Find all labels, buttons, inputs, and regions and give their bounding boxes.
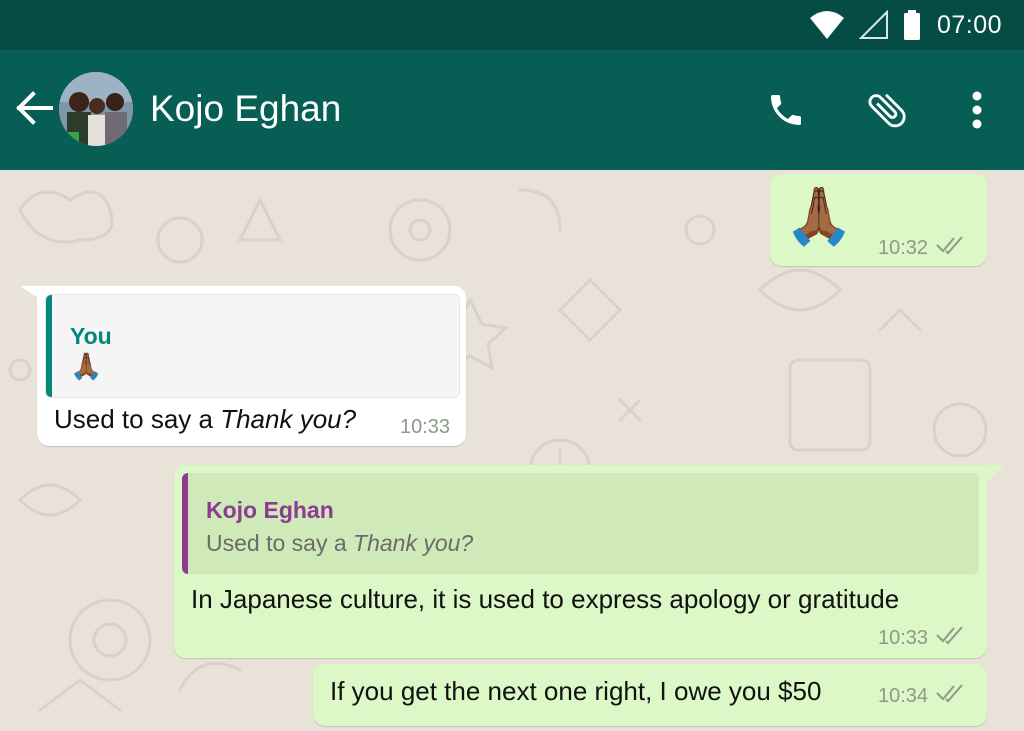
call-button[interactable] — [762, 88, 810, 136]
avatar[interactable] — [59, 72, 133, 146]
message-time: 10:32 — [878, 236, 929, 259]
message-bubble-outgoing[interactable]: If you get the next one right, I owe you… — [313, 664, 987, 726]
status-time: 07:00 — [936, 10, 1002, 39]
phone-icon — [766, 90, 806, 135]
message-bubble-outgoing[interactable]: Kojo Eghan Used to say a Thank you? In J… — [174, 465, 987, 658]
quote-author: You — [70, 323, 112, 349]
paperclip-icon — [864, 87, 910, 138]
message-time: 10:33 — [400, 416, 451, 438]
message-text: In Japanese culture, it is used to expre… — [191, 584, 900, 614]
quote-text: Used to say a Thank you? — [206, 530, 474, 556]
message-meta: 10:34 — [878, 684, 964, 708]
quoted-message[interactable]: You 🙏🏾 — [45, 294, 460, 398]
status-bar: 07:00 — [0, 0, 1024, 50]
quote-author: Kojo Eghan — [206, 497, 334, 523]
quote-accent-bar — [46, 295, 52, 397]
attach-button[interactable] — [863, 88, 911, 136]
menu-button[interactable] — [953, 88, 1001, 136]
message-bubble-outgoing[interactable]: 🙏🏾 10:32 — [770, 174, 987, 266]
bubble-tail-outgoing — [984, 465, 1004, 485]
arrow-left-icon — [15, 90, 53, 130]
quote-accent-bar — [182, 473, 188, 574]
wifi-icon — [809, 10, 845, 40]
chat-header: Kojo Eghan — [0, 50, 1024, 170]
message-time: 10:34 — [878, 684, 929, 707]
cell-signal-icon — [858, 10, 889, 40]
message-text: If you get the next one right, I owe you… — [330, 676, 822, 706]
double-check-icon — [928, 236, 964, 260]
message-meta: 10:32 — [878, 236, 964, 260]
chat-area[interactable]: 🙏🏾 10:32 You 🙏🏾 Used to say a Thank you?… — [0, 170, 1024, 731]
quoted-message[interactable]: Kojo Eghan Used to say a Thank you? — [182, 473, 979, 574]
more-vert-icon — [971, 91, 983, 134]
contact-name[interactable]: Kojo Eghan — [150, 88, 341, 130]
back-button[interactable] — [14, 90, 54, 130]
message-text: Used to say a Thank you? — [54, 404, 357, 434]
quote-emoji: 🙏🏾 — [70, 351, 103, 381]
double-check-icon — [928, 626, 964, 650]
message-meta: 10:33 — [878, 626, 964, 650]
battery-icon — [903, 10, 921, 40]
emoji-folded-hands: 🙏🏾 — [784, 184, 854, 247]
message-bubble-incoming[interactable]: You 🙏🏾 Used to say a Thank you? 10:33 — [37, 286, 466, 446]
double-check-icon — [928, 684, 964, 708]
message-time: 10:33 — [878, 626, 929, 649]
